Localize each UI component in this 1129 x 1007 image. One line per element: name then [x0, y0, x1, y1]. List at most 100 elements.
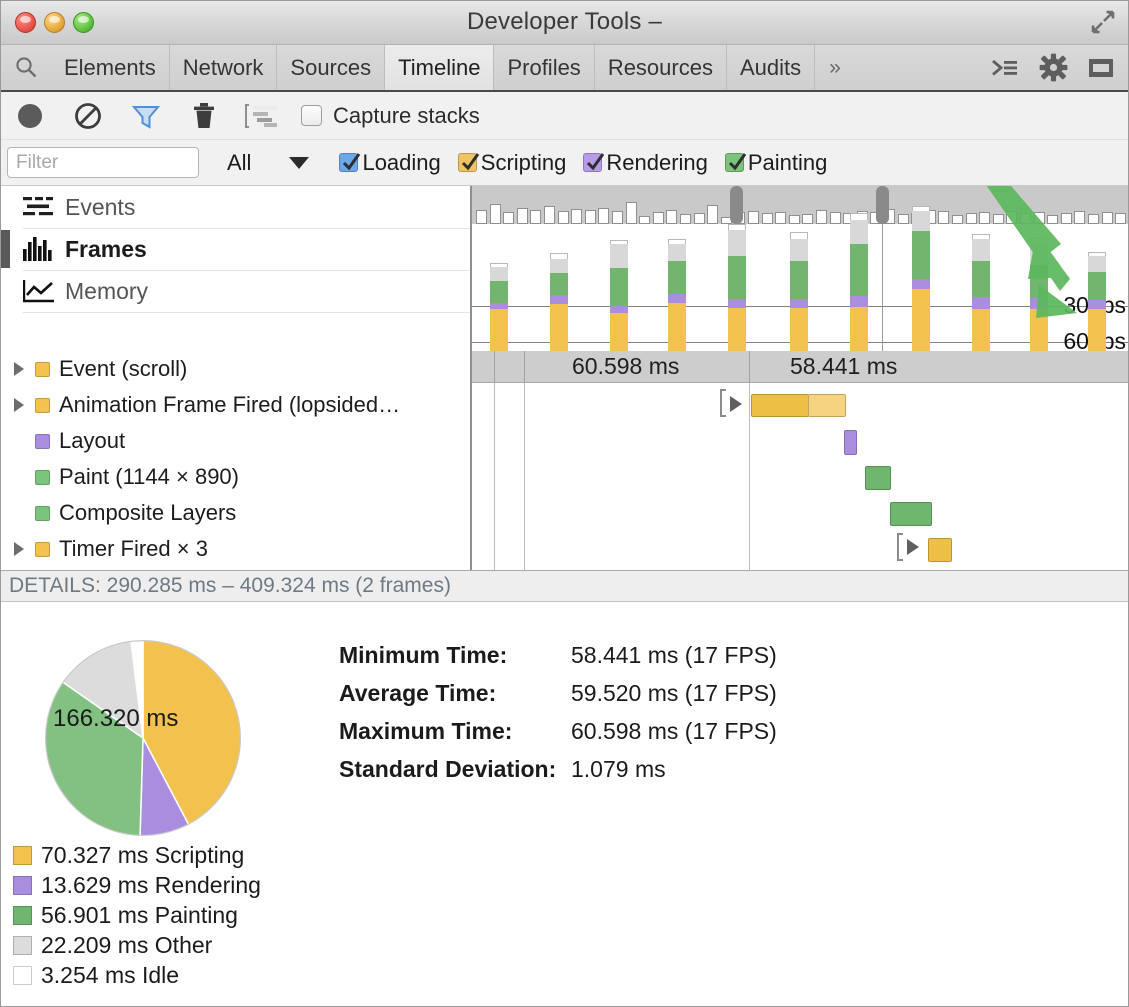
tab-overflow-button[interactable]: » [815, 45, 855, 90]
checkbox-loading[interactable] [339, 153, 358, 172]
tree-row-paint[interactable]: Paint (1144 × 890) [1, 459, 470, 495]
frames-plot: 30 fps 60 fps [472, 224, 1128, 351]
category-filter-rendering[interactable]: Rendering [583, 150, 708, 176]
frame-bar[interactable] [1088, 252, 1106, 351]
sidebar-item-frames[interactable]: Frames [1, 228, 470, 270]
all-filter-label[interactable]: All [227, 150, 251, 176]
filter-input[interactable] [7, 147, 199, 178]
checkbox-rendering[interactable] [583, 153, 602, 172]
sidebar-item-events[interactable]: Events [1, 186, 470, 228]
checkbox-painting[interactable] [725, 153, 744, 172]
category-filters: Loading Scripting Rendering Painting [339, 150, 827, 176]
frame-bar[interactable] [850, 213, 868, 351]
disclosure-triangle-icon[interactable] [11, 397, 35, 413]
legend-label: Painting [155, 902, 238, 928]
tab-label: Network [183, 55, 264, 81]
stat-key: Minimum Time: [339, 642, 571, 669]
tab-timeline[interactable]: Timeline [385, 45, 494, 90]
overview-mini-bar [830, 212, 841, 224]
category-filter-loading[interactable]: Loading [339, 150, 440, 176]
frame-seg-painting [850, 244, 868, 296]
panel-tabbar: Elements Network Sources Timeline Profil… [1, 45, 1128, 92]
tree-row-animation-frame-fired[interactable]: Animation Frame Fired (lopsided… [1, 387, 470, 423]
frame-seg-painting [668, 261, 686, 294]
stat-row-maximum: Maximum Time: 60.598 ms (17 FPS) [339, 718, 777, 756]
tab-sources[interactable]: Sources [277, 45, 385, 90]
frame-bar[interactable] [728, 224, 746, 351]
tree-row-label: Timer Fired × 3 [59, 536, 208, 562]
overview-handle-left[interactable] [730, 186, 743, 224]
frame-bar[interactable] [912, 206, 930, 351]
tree-row-event-scroll[interactable]: Event (scroll) [1, 351, 470, 387]
dock-window-icon[interactable] [1084, 53, 1118, 83]
frame-statistics: Minimum Time: 58.441 ms (17 FPS) Average… [339, 642, 777, 794]
event-bar-scripting[interactable] [751, 394, 809, 417]
frame-bar[interactable] [610, 240, 628, 351]
checkbox-scripting[interactable] [458, 153, 477, 172]
tab-audits[interactable]: Audits [727, 45, 815, 90]
event-bar-paint[interactable] [865, 466, 891, 490]
frames-chart[interactable]: 30 fps 60 fps [472, 186, 1128, 351]
waterfall[interactable]: 60.598 ms 58.441 ms [472, 351, 1128, 570]
clear-icon[interactable] [59, 96, 117, 136]
tab-label: Elements [64, 55, 156, 81]
filter-toolbar: All Loading Scripting Rendering [1, 140, 1128, 186]
filter-icon[interactable] [117, 96, 175, 136]
disclosure-triangle-icon[interactable] [11, 361, 35, 377]
disclosure-triangle-icon[interactable] [11, 541, 35, 557]
frame-bar[interactable] [1030, 238, 1048, 351]
trash-icon[interactable] [175, 96, 233, 136]
tree-row-label: Paint (1144 × 890) [59, 464, 239, 490]
expand-arrows-icon[interactable] [1090, 9, 1116, 35]
tab-elements[interactable]: Elements [51, 45, 170, 90]
expand-triangle-icon[interactable] [905, 538, 921, 556]
frame-bar[interactable] [550, 253, 568, 351]
record-icon[interactable] [1, 96, 59, 136]
overview-mini-bar [1074, 211, 1085, 224]
category-filter-painting[interactable]: Painting [725, 150, 828, 176]
tree-row-layout[interactable]: Layout [1, 423, 470, 459]
chevron-down-icon[interactable] [287, 155, 311, 171]
frames-bars-icon [23, 237, 65, 261]
frame-bar[interactable] [972, 234, 990, 351]
tree-row-label: Composite Layers [59, 500, 236, 526]
tree-row-timer-fired[interactable]: Timer Fired × 3 [1, 531, 470, 567]
timeline-view-sidebar: Events Frames [1, 186, 472, 351]
frame-seg-painting [550, 273, 568, 295]
event-bar-scripting-child[interactable] [808, 394, 846, 417]
frame-bar[interactable] [490, 263, 508, 351]
frame-seg-scripting [790, 308, 808, 351]
overview-mini-bar [1006, 211, 1017, 224]
event-bar-composite[interactable] [890, 502, 932, 526]
event-bar-timer[interactable] [928, 538, 952, 562]
tab-network[interactable]: Network [170, 45, 278, 90]
gear-icon[interactable] [1036, 53, 1070, 83]
frame-bar[interactable] [668, 239, 686, 351]
tab-profiles[interactable]: Profiles [494, 45, 594, 90]
tree-row-label: Animation Frame Fired (lopsided… [59, 392, 400, 418]
category-filter-scripting[interactable]: Scripting [458, 150, 567, 176]
capture-stacks-checkbox[interactable] [301, 105, 322, 126]
overview-mini-bar [789, 215, 800, 224]
console-drawer-icon[interactable] [988, 53, 1022, 83]
legend-text: 13.629 ms Rendering [41, 872, 261, 899]
legend-text: 70.327 ms Scripting [41, 842, 244, 869]
pie-total-label: 166.320 ms [53, 705, 178, 733]
search-icon[interactable] [1, 45, 51, 90]
event-bar-layout[interactable] [844, 430, 857, 455]
tab-resources[interactable]: Resources [595, 45, 727, 90]
waterfall-body [472, 383, 1128, 570]
overview-handle-right[interactable] [876, 186, 889, 224]
tree-row-label: Layout [59, 428, 125, 454]
tree-row-composite-layers[interactable]: Composite Layers [1, 495, 470, 531]
overview-strip[interactable] [472, 186, 1128, 224]
stat-value: 59.520 ms (17 FPS) [571, 680, 777, 707]
flame-chart-icon[interactable] [233, 96, 291, 136]
frame-bar[interactable] [790, 232, 808, 351]
expand-triangle-icon[interactable] [728, 395, 744, 413]
frame-seg-rendering [1030, 298, 1048, 309]
tab-label: Resources [608, 55, 713, 81]
sidebar-item-memory[interactable]: Memory [1, 270, 470, 312]
category-swatch [35, 470, 50, 485]
overview-mini-bar [680, 214, 691, 224]
